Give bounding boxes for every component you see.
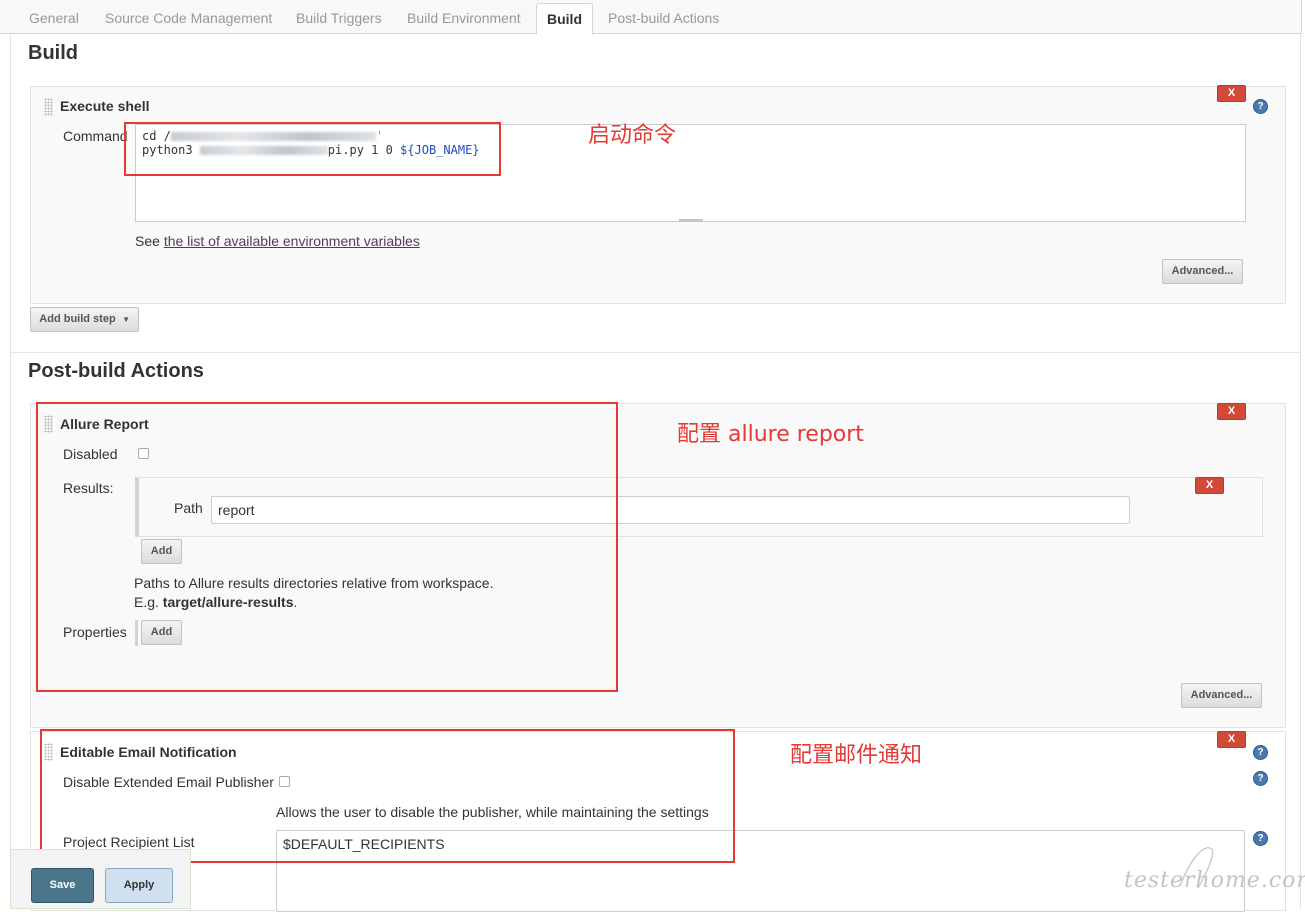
- execute-shell-title: Execute shell: [60, 98, 150, 114]
- advanced-button[interactable]: Advanced...: [1181, 683, 1262, 708]
- tab-general[interactable]: General: [29, 10, 79, 26]
- start-command-highlight: [124, 122, 501, 176]
- add-build-step-button[interactable]: Add build step ▼: [30, 307, 139, 332]
- delete-step-button[interactable]: X: [1217, 731, 1246, 748]
- allure-config-annotation: 配置 allure report: [677, 422, 864, 447]
- allure-config-highlight: [36, 402, 618, 692]
- advanced-button[interactable]: Advanced...: [1162, 259, 1243, 284]
- delete-step-button[interactable]: X: [1217, 403, 1246, 420]
- drag-handle-icon[interactable]: [44, 98, 53, 116]
- delete-step-button[interactable]: X: [1217, 85, 1246, 102]
- command-label: Command: [63, 128, 128, 144]
- env-variables-link[interactable]: the list of available environment variab…: [164, 233, 420, 249]
- tab-build-environment[interactable]: Build Environment: [407, 10, 521, 26]
- start-command-annotation: 启动命令: [588, 123, 677, 148]
- build-section-title: Build: [28, 42, 78, 64]
- page-border-right: [1300, 34, 1301, 909]
- signature-flourish-icon: [1179, 847, 1214, 889]
- help-icon[interactable]: ?: [1253, 771, 1268, 786]
- help-icon[interactable]: ?: [1253, 99, 1268, 114]
- config-tab-bar: General Source Code Management Build Tri…: [0, 0, 1302, 35]
- caret-down-icon: ▼: [122, 315, 130, 324]
- apply-button[interactable]: Apply: [105, 868, 173, 903]
- tab-post-build-actions[interactable]: Post-build Actions: [608, 10, 719, 26]
- email-config-annotation: 配置邮件通知: [790, 743, 923, 768]
- page-border-left: [10, 34, 11, 909]
- textarea-resize-handle[interactable]: [679, 219, 703, 222]
- section-divider: [11, 352, 1300, 353]
- post-build-section-title: Post-build Actions: [28, 360, 204, 382]
- email-config-highlight: [40, 729, 735, 863]
- tab-build-triggers[interactable]: Build Triggers: [296, 10, 382, 26]
- tab-build[interactable]: Build: [536, 3, 593, 35]
- env-variables-note: See the list of available environment va…: [135, 233, 420, 249]
- delete-result-button[interactable]: X: [1195, 477, 1224, 494]
- testerhome-watermark: testerhome.com: [1120, 840, 1305, 900]
- help-icon[interactable]: ?: [1253, 745, 1268, 760]
- tab-source-code-management[interactable]: Source Code Management: [105, 10, 272, 26]
- save-button[interactable]: Save: [31, 868, 94, 903]
